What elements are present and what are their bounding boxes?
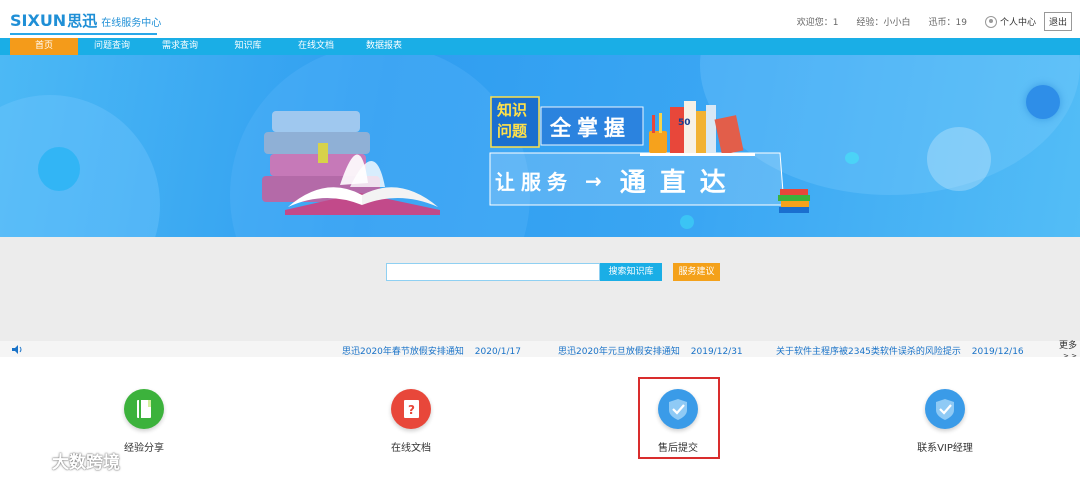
- account-bar: 欢迎您：1 经验：小小白 迅币：19 个人中心 退出: [797, 12, 1072, 31]
- logo-underline: [10, 33, 157, 35]
- nav-knowledge-base[interactable]: 知识库: [214, 38, 282, 55]
- nav-question-query[interactable]: 问题查询: [78, 38, 146, 55]
- main-nav: 首页 问题查询 需求查询 知识库 在线文档 数据报表: [0, 38, 1080, 55]
- document-question-icon: ?: [391, 389, 431, 429]
- notice-bar: 思迅2020年春节放假安排通知 2020/1/17 思迅2020年元旦放假安排通…: [0, 341, 1080, 360]
- speaker-icon: [12, 345, 22, 354]
- feature-contact-vip-manager[interactable]: 联系VIP经理: [895, 389, 995, 454]
- banner-slogan-main: 全掌握: [550, 116, 631, 140]
- notice-title: 关于软件主程序被2345类软件误杀的风险提示: [776, 347, 961, 357]
- logout-button[interactable]: 退出: [1043, 12, 1072, 31]
- user-center-label: 个人中心: [999, 18, 1036, 28]
- watermark-text: 大数跨境: [52, 453, 120, 473]
- user-center-link[interactable]: 个人中心: [984, 15, 1036, 28]
- svg-text:?: ?: [408, 403, 415, 417]
- user-icon: [984, 15, 997, 28]
- welcome-text: 欢迎您：1: [796, 18, 839, 28]
- notice-title: 思迅2020年春节放假安排通知: [342, 347, 464, 357]
- feature-online-docs[interactable]: ? 在线文档: [361, 389, 461, 454]
- book-stack-icon: [272, 111, 360, 132]
- logo-brand: SIXUN: [10, 11, 67, 30]
- search-knowledge-button[interactable]: 搜索知识库: [600, 263, 662, 281]
- more-label: 更多: [1058, 341, 1077, 351]
- nav-data-reports[interactable]: 数据报表: [350, 38, 418, 55]
- nav-requirement-query[interactable]: 需求查询: [146, 38, 214, 55]
- book-icon: [124, 389, 164, 429]
- banner-slogan-row: 让服务 → 通直达: [495, 162, 740, 199]
- notice-date: 2019/12/31: [690, 347, 743, 357]
- banner-tag-line2: 问题: [497, 122, 528, 140]
- hero-banner: 知识 问题 全掌握 50 让服务 → 通直达: [0, 55, 1080, 237]
- watermark-logo-icon: [9, 452, 45, 471]
- service-suggestion-button[interactable]: 服务建议: [673, 263, 720, 281]
- logo-brand-cn: 思迅: [67, 12, 98, 30]
- knowledge-search-input[interactable]: [386, 263, 600, 281]
- notice-date: 2019/12/16: [971, 347, 1024, 357]
- feature-label: 联系VIP经理: [917, 443, 973, 454]
- feature-section: 经验分享 ? 在线文档 售后提交 联系VIP经理: [0, 357, 1080, 484]
- logo-subtitle: 在线服务中心: [101, 18, 162, 29]
- experience-text: 经验：小小白: [856, 18, 911, 28]
- feature-experience-share[interactable]: 经验分享: [94, 389, 194, 454]
- nav-home[interactable]: 首页: [10, 38, 78, 55]
- notice-date: 2020/1/17: [474, 347, 521, 357]
- banner-tag: 知识 问题: [497, 100, 527, 142]
- banner-slogan-left: 让服务: [495, 170, 573, 194]
- top-header: SIXUN 思迅 在线服务中心 欢迎您：1 经验：小小白 迅币：19 个人中心 …: [0, 0, 1080, 38]
- notice-item[interactable]: 思迅2020年春节放假安排通知 2020/1/17: [342, 344, 521, 357]
- banner-book-label: 50: [678, 118, 691, 128]
- banner-tag-line1: 知识: [497, 101, 528, 119]
- coins-text: 迅币：19: [928, 18, 967, 28]
- nav-online-docs[interactable]: 在线文档: [282, 38, 350, 55]
- search-section: 搜索知识库 服务建议: [0, 237, 1080, 341]
- shield-check-icon: [925, 389, 965, 429]
- highlight-box: [638, 377, 720, 459]
- site-logo[interactable]: SIXUN 思迅 在线服务中心: [10, 10, 161, 31]
- feature-label: 在线文档: [391, 443, 431, 454]
- watermark: 大数跨境: [8, 448, 120, 473]
- notice-item[interactable]: 思迅2020年元旦放假安排通知 2019/12/31: [558, 344, 743, 357]
- notice-title: 思迅2020年元旦放假安排通知: [558, 347, 680, 357]
- arrow-right-icon: →: [585, 168, 608, 193]
- banner-illustration: [262, 96, 810, 215]
- notice-item[interactable]: 关于软件主程序被2345类软件误杀的风险提示 2019/12/16: [776, 344, 1024, 357]
- banner-slogan-right: 通直达: [619, 168, 740, 198]
